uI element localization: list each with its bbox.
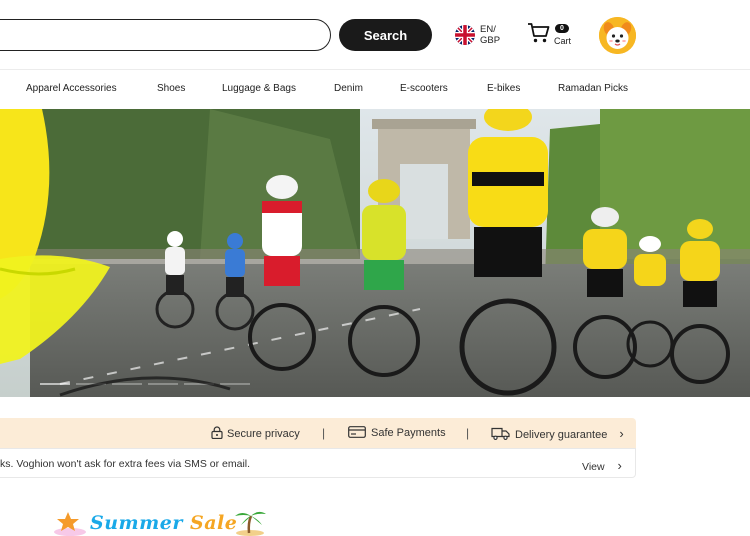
search-bar[interactable] — [0, 19, 331, 51]
chevron-right-icon: › — [617, 458, 622, 473]
notice-view-label: View — [582, 461, 605, 473]
trust-separator: | — [466, 426, 470, 440]
search-input[interactable] — [0, 20, 330, 50]
nav-item-denim[interactable]: Denim — [334, 83, 363, 94]
trust-label-delivery: Delivery guarantee — [515, 429, 608, 441]
trust-label-payments: Safe Payments — [371, 427, 446, 439]
summer-word: Summer — [90, 512, 183, 534]
safety-notice: ks. Voghion won't ask for extra fees via… — [0, 448, 636, 478]
starfish-icon — [54, 512, 86, 536]
notice-view-link[interactable]: View › — [582, 458, 622, 473]
summer-sale-heading: Summer Sale — [52, 508, 267, 536]
currency-code: GBP — [480, 35, 501, 46]
language-code: EN/ — [480, 24, 496, 35]
trust-safe-payments[interactable]: Safe Payments — [348, 426, 446, 439]
palm-tree-icon — [235, 511, 266, 536]
cart-icon — [528, 23, 550, 43]
nav-item-e-bikes[interactable]: E-bikes — [487, 83, 520, 94]
summer-sale-title: Summer Sale — [90, 512, 237, 534]
cart-count-badge: 0 — [555, 24, 569, 33]
lock-icon — [211, 426, 223, 440]
nav-item-apparel-accessories[interactable]: Apparel Accessories — [26, 83, 117, 94]
trust-secure-privacy[interactable]: Secure privacy — [211, 426, 300, 440]
language-currency-selector[interactable]: EN/ GBP — [455, 24, 511, 48]
notice-text: ks. Voghion won't ask for extra fees via… — [0, 458, 251, 470]
search-button[interactable]: Search — [339, 19, 432, 51]
uk-flag-icon — [455, 25, 475, 45]
cycling-race-image — [0, 109, 750, 397]
cart-button[interactable]: 0 Cart — [527, 22, 577, 50]
category-nav: Apparel Accessories Shoes Luggage & Bags… — [0, 71, 750, 108]
site-header: Search EN/ GBP 0 Cart — [0, 0, 750, 70]
nav-item-luggage-bags[interactable]: Luggage & Bags — [222, 83, 296, 94]
hero-banner[interactable] — [0, 109, 750, 397]
trust-bar: Secure privacy | Safe Payments | Deliver… — [0, 418, 636, 448]
cart-label: Cart — [554, 36, 572, 46]
chevron-right-icon: › — [619, 426, 624, 441]
credit-card-icon — [348, 426, 366, 438]
language-currency-label: EN/ GBP — [480, 24, 500, 46]
nav-item-ramadan-picks[interactable]: Ramadan Picks — [558, 83, 628, 94]
sale-word: Sale — [189, 512, 238, 534]
nav-item-shoes[interactable]: Shoes — [157, 83, 185, 94]
dog-avatar-icon[interactable] — [599, 17, 636, 54]
trust-label-secure: Secure privacy — [227, 428, 300, 440]
delivery-truck-icon — [491, 427, 510, 440]
trust-delivery-guarantee[interactable]: Delivery guarantee › — [491, 426, 624, 441]
trust-separator: | — [322, 426, 326, 440]
nav-item-e-scooters[interactable]: E-scooters — [400, 83, 448, 94]
